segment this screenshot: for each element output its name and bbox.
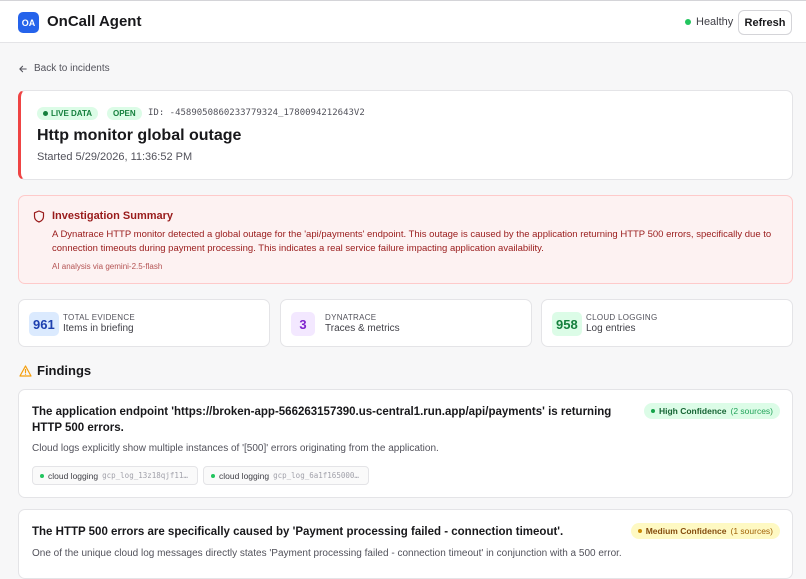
evidence-source-chip[interactable]: cloud logging gcp_log_6a1f165000… <box>203 466 369 485</box>
source-chip-id: gcp_log_13z18qjf11… <box>102 471 188 480</box>
app-title: OnCall Agent <box>47 13 142 30</box>
app-logo: OA <box>18 12 39 33</box>
confidence-dot-icon <box>637 529 642 533</box>
ai-analysis-note: AI analysis via gemini-2.5-flash <box>52 262 163 271</box>
arrow-left-icon <box>19 65 27 72</box>
health-status: Healthy <box>685 16 733 28</box>
source-chip-id: gcp_log_6a1f165000… <box>273 471 359 480</box>
incident-header-card: LIVE DATA OPEN ID: -4589050860233779324_… <box>18 90 793 180</box>
back-to-incidents-link[interactable]: Back to incidents <box>19 63 110 74</box>
findings-heading: Findings <box>19 363 91 378</box>
confidence-sources: (2 sources) <box>730 406 773 416</box>
evidence-source-chip[interactable]: cloud logging gcp_log_13z18qjf11… <box>32 466 198 485</box>
live-data-badge: LIVE DATA <box>37 107 99 120</box>
finding-description: One of the unique cloud log messages dir… <box>32 548 622 559</box>
source-dot-icon <box>211 473 215 478</box>
refresh-button[interactable]: Refresh <box>738 10 792 35</box>
source-chip-label: cloud logging <box>48 470 99 481</box>
status-dot-icon <box>685 19 691 25</box>
finding-description: Cloud logs explicitly show multiple inst… <box>32 443 439 454</box>
stat-label: TOTAL EVIDENCE <box>63 313 136 322</box>
confidence-badge-medium: Medium Confidence (1 sources) <box>630 523 780 539</box>
confidence-dot-icon <box>650 409 655 413</box>
investigation-summary-card: Investigation Summary A Dynatrace HTTP m… <box>18 195 793 284</box>
live-data-label: LIVE DATA <box>51 109 93 118</box>
stat-card-total-evidence: 961 TOTAL EVIDENCE Items in briefing <box>18 299 270 347</box>
shield-icon <box>33 210 45 223</box>
stat-card-dynatrace: 3 DYNATRACE Traces & metrics <box>280 299 532 347</box>
finding-title: The HTTP 500 errors are specifically cau… <box>32 526 564 538</box>
back-link-label: Back to incidents <box>34 63 110 74</box>
stat-sub: Items in briefing <box>63 323 134 334</box>
stat-sub: Traces & metrics <box>325 323 400 334</box>
incident-started-time: Started 5/29/2026, 11:36:52 PM <box>37 151 193 163</box>
confidence-sources: (1 sources) <box>730 526 773 536</box>
stat-card-cloud-logging: 958 CLOUD LOGGING Log entries <box>541 299 793 347</box>
top-bar: OA OnCall Agent Healthy Refresh <box>0 0 806 43</box>
stat-value: 958 <box>552 312 582 336</box>
incident-status-badge: OPEN <box>107 107 142 120</box>
stat-value: 961 <box>29 312 59 336</box>
warning-icon <box>19 364 32 377</box>
confidence-label: High Confidence <box>658 406 727 416</box>
summary-title: Investigation Summary <box>52 210 174 222</box>
incident-title: Http monitor global outage <box>37 127 242 144</box>
finding-card: The HTTP 500 errors are specifically cau… <box>18 509 793 579</box>
source-chip-label: cloud logging <box>219 470 270 481</box>
stat-label: CLOUD LOGGING <box>586 313 658 322</box>
confidence-label: Medium Confidence <box>645 526 727 536</box>
health-status-label: Healthy <box>696 16 734 28</box>
stat-value: 3 <box>291 312 315 336</box>
confidence-badge-high: High Confidence (2 sources) <box>643 403 780 419</box>
source-dot-icon <box>40 473 44 478</box>
finding-card: The application endpoint 'https://broken… <box>18 389 793 498</box>
stat-label: DYNATRACE <box>325 313 377 322</box>
stat-sub: Log entries <box>586 323 636 334</box>
finding-title: The application endpoint 'https://broken… <box>32 406 612 434</box>
live-dot-icon <box>43 111 48 116</box>
incident-id: ID: -4589050860233779324_1780094212643V2 <box>148 108 365 118</box>
summary-text: A Dynatrace HTTP monitor detected a glob… <box>52 229 772 254</box>
findings-heading-label: Findings <box>37 363 92 378</box>
